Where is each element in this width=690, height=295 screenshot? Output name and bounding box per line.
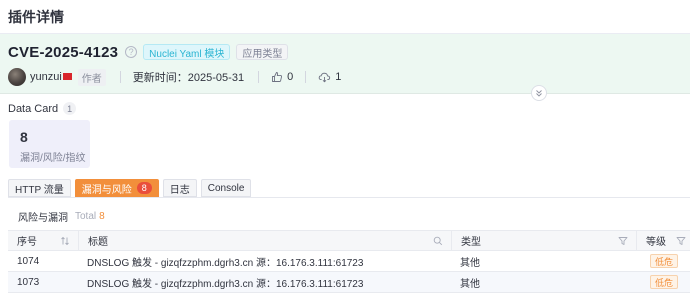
tab-bar: HTTP 流量 漏洞与风险 8 日志 Console — [8, 179, 255, 197]
filter-icon[interactable] — [676, 236, 686, 246]
risk-section-header: 风险与漏洞 Total 8 — [18, 209, 105, 224]
data-card-label: 漏洞/风险/指纹 — [20, 153, 86, 164]
cell-level: 低危 — [636, 272, 690, 292]
author-name-text: yunzui — [30, 71, 62, 83]
tab-logs[interactable]: 日志 — [162, 179, 197, 197]
updated-value: 2025-05-31 — [187, 72, 245, 84]
cell-id: 1074 — [17, 255, 40, 267]
column-header-title[interactable]: 标题 — [78, 231, 451, 250]
column-header-level[interactable]: 等级 — [636, 231, 690, 250]
level-badge: 低危 — [650, 275, 679, 289]
column-header-label: 标题 — [88, 237, 108, 248]
data-card-header: Data Card 1 — [8, 102, 77, 115]
risk-table: 序号 标题 类型 等级 1074 DNSLOG 触发 - gizqfzzphm. — [8, 230, 690, 293]
tab-http-traffic[interactable]: HTTP 流量 — [8, 179, 71, 197]
cell-level: 低危 — [636, 251, 690, 271]
author-name[interactable]: yunzui — [30, 71, 72, 83]
download-count: 1 — [335, 71, 342, 83]
sort-icon[interactable] — [60, 236, 70, 246]
collapse-button[interactable] — [531, 85, 547, 101]
cell-id: 1073 — [17, 276, 40, 288]
data-card-value: 8 — [20, 129, 28, 145]
filter-icon[interactable] — [618, 236, 628, 246]
table-header-row: 序号 标题 类型 等级 — [8, 230, 690, 251]
divider — [258, 71, 260, 83]
tab-label: 日志 — [169, 184, 190, 196]
total-value: 8 — [99, 211, 105, 222]
plugin-type-tag: Nuclei Yaml 模块 — [143, 44, 231, 60]
column-header-label: 等级 — [646, 237, 666, 248]
tab-vulnerabilities[interactable]: 漏洞与风险 8 — [74, 179, 159, 197]
column-header-label: 类型 — [461, 237, 481, 248]
column-header-label: 序号 — [17, 237, 37, 248]
column-header-id[interactable]: 序号 — [8, 231, 78, 250]
data-card-count: 1 — [63, 102, 77, 115]
cloud-download-icon — [318, 72, 331, 83]
avatar[interactable] — [8, 68, 26, 86]
tab-label: 漏洞与风险 — [81, 184, 132, 196]
divider — [119, 71, 121, 83]
total-label: Total — [75, 211, 97, 222]
plugin-name: CVE-2025-4123 — [8, 43, 119, 61]
table-row[interactable]: 1073 DNSLOG 触发 - gizqfzzphm.dgrh3.cn 源：1… — [8, 272, 690, 293]
tab-label: Console — [207, 182, 245, 194]
cell-type: 其他 — [460, 278, 480, 290]
cell-title: DNSLOG 触发 - gizqfzzphm.dgrh3.cn 源：16.176… — [87, 257, 364, 269]
cell-type: 其他 — [460, 257, 480, 269]
tab-divider — [8, 197, 690, 198]
plugin-summary: CVE-2025-4123 ? Nuclei Yaml 模块 应用类型 yunz… — [0, 34, 690, 101]
download-button[interactable]: 1 — [318, 71, 341, 83]
flag-icon — [62, 72, 72, 80]
tab-label: HTTP 流量 — [15, 184, 64, 196]
updated-label: 更新时间： — [132, 72, 188, 84]
like-button[interactable]: 0 — [271, 71, 293, 83]
search-icon[interactable] — [433, 236, 443, 246]
level-badge: 低危 — [650, 254, 679, 268]
thumbs-up-icon — [272, 72, 283, 82]
tab-badge: 8 — [136, 182, 152, 194]
divider — [305, 71, 307, 83]
cell-title: DNSLOG 触发 - gizqfzzphm.dgrh3.cn 源：16.176… — [87, 278, 364, 290]
page-title: 插件详情 — [8, 8, 64, 25]
page-header: 插件详情 — [0, 0, 690, 34]
tab-console[interactable]: Console — [200, 179, 252, 197]
question-circle-icon[interactable]: ? — [125, 46, 138, 58]
data-card-title: Data Card — [8, 102, 59, 115]
table-row[interactable]: 1074 DNSLOG 触发 - gizqfzzphm.dgrh3.cn 源：1… — [8, 251, 690, 272]
plugin-category-tag: 应用类型 — [236, 44, 289, 60]
data-card-risk[interactable]: 8 漏洞/风险/指纹 — [9, 120, 90, 168]
column-header-type[interactable]: 类型 — [451, 231, 636, 250]
risk-section-title: 风险与漏洞 — [18, 213, 68, 224]
double-chevron-down-icon — [536, 90, 542, 97]
author-tag: 作者 — [77, 68, 106, 86]
like-count: 0 — [287, 71, 294, 83]
updated-time: 更新时间：2025-05-31 — [133, 69, 244, 85]
